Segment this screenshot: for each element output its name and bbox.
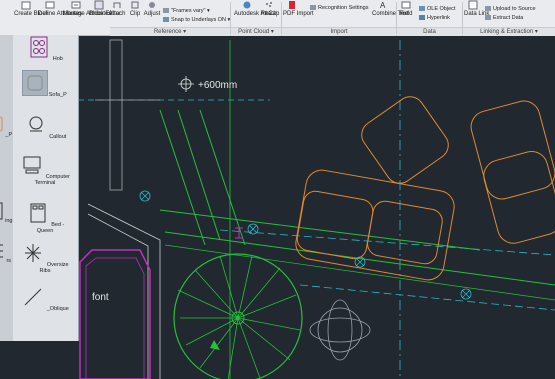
wall-segment-vertical [109, 39, 123, 191]
combine-text-button[interactable]: A Combine Text [372, 0, 409, 26]
planter-outline [79, 249, 151, 379]
green-line-4 [159, 209, 481, 251]
armchair-3 [483, 150, 555, 244]
partial-icon-2 [0, 244, 3, 258]
oversize-ribs-icon [25, 244, 42, 262]
clip-button[interactable]: Clip [127, 0, 143, 26]
ribbon: Create Block Define Attributes Manage At… [0, 0, 555, 36]
autodesk-recap-button[interactable]: Autodesk ReCap [234, 0, 279, 26]
extract-data-button[interactable]: Extract Data [485, 15, 523, 21]
drawing-canvas[interactable]: +600mm font [78, 35, 555, 379]
point-cloud-attach-button[interactable]: Attach [260, 0, 278, 26]
callout-icon [29, 116, 43, 132]
palette-side-strip[interactable] [0, 35, 13, 341]
create-block-icon [21, 1, 31, 10]
cyan-marker-4 [460, 288, 472, 300]
clip-icon [131, 1, 139, 9]
palette-item-chair-partial[interactable]: _P [0, 115, 16, 138]
field-button[interactable]: Field [398, 0, 414, 26]
upload-icon [485, 6, 491, 12]
pdf-icon [289, 1, 295, 9]
palette-item-callout[interactable]: Callout [20, 113, 70, 140]
manage-attributes-button[interactable]: Manage Attributes [63, 0, 111, 26]
armchair-2 [470, 100, 555, 200]
recap-icon [243, 1, 251, 9]
point-cloud-icon [266, 2, 272, 7]
green-line-7 [164, 244, 555, 301]
partial-icon [0, 202, 3, 220]
block-editor-icon [94, 0, 104, 10]
oblique-icon [24, 288, 42, 306]
cyan-marker-2 [247, 223, 259, 235]
attach-button[interactable]: Attach [108, 0, 126, 26]
palette-item-computer-terminal[interactable]: Computer Terminal [20, 153, 70, 186]
upload-to-source-button[interactable]: Upload to Source [485, 6, 536, 12]
recognition-settings-button[interactable]: Recognition Settings [310, 5, 368, 11]
crosshair-cursor-icon [178, 76, 194, 92]
adjust-icon [149, 2, 155, 8]
palette-item-rs-partial[interactable]: rs [0, 241, 16, 264]
manage-attributes-icon [71, 1, 81, 9]
field-icon [401, 1, 411, 9]
green-line-3 [199, 109, 246, 246]
tool-palette: Hob Sofa_P _P Callout Computer Terminal … [0, 35, 79, 341]
hyperlink-button[interactable]: Hyperlink [419, 15, 450, 21]
staircase-treads [177, 255, 301, 379]
staircase-arrow [210, 340, 220, 350]
define-attributes-icon [45, 1, 55, 9]
font-label: font [92, 292, 109, 303]
pdf-import-button[interactable]: PDF Import [283, 0, 314, 26]
green-line-1 [159, 109, 206, 246]
palette-item-hob[interactable]: Hob [20, 35, 70, 62]
dimension-label: +600mm [198, 80, 237, 91]
hyperlink-icon [419, 15, 425, 21]
green-line-5 [164, 231, 555, 286]
ole-object-icon [419, 6, 425, 12]
sofa-seat-1 [296, 190, 374, 260]
combine-text-icon: A [380, 1, 386, 10]
sofa-back [295, 169, 455, 281]
snap-to-underlays-dropdown[interactable]: Snap to Underlays ON ▾ [163, 17, 230, 23]
create-block-button[interactable]: Create Block [14, 0, 48, 26]
frames-icon [163, 8, 169, 14]
chair-icon [0, 116, 3, 132]
svg-text:A: A [380, 1, 386, 10]
frames-vary-dropdown[interactable]: "Frames vary" ▾ [163, 8, 210, 14]
attach-icon [113, 2, 121, 8]
extract-icon [485, 15, 491, 21]
planter-inner [85, 257, 145, 379]
sofa-seat-2 [367, 200, 443, 265]
dashed-guide-low [299, 284, 555, 311]
data-link-icon [468, 0, 478, 10]
sofa-icon [22, 70, 49, 96]
palette-item-bed-queen[interactable]: Bed - Queen [20, 201, 70, 234]
green-line-2 [177, 109, 221, 241]
palette-item-oblique[interactable]: _Oblique [20, 285, 70, 312]
ole-object-button[interactable]: OLE Object [419, 6, 455, 12]
computer-terminal-icon [23, 156, 41, 174]
snap-icon [163, 17, 169, 23]
cyan-marker-1 [139, 190, 151, 202]
recognition-icon [310, 5, 316, 11]
block-editor-button[interactable]: Block Editor [89, 0, 121, 26]
palette-item-ing-partial[interactable]: ing [0, 201, 16, 224]
data-link-button[interactable]: Data Link [464, 0, 489, 26]
armchair-1 [361, 96, 449, 184]
plant-symbol [309, 299, 371, 361]
palette-item-oversize-ribs[interactable]: Oversize Ribs [20, 241, 70, 274]
bed-icon [30, 203, 46, 223]
adjust-button[interactable]: Adjust [143, 0, 161, 26]
palette-item-sofa[interactable]: Sofa_P [20, 70, 70, 98]
define-attributes-button[interactable]: Define Attributes [38, 0, 82, 26]
hob-icon [30, 36, 48, 58]
dashed-guide-diagonal [219, 229, 555, 256]
